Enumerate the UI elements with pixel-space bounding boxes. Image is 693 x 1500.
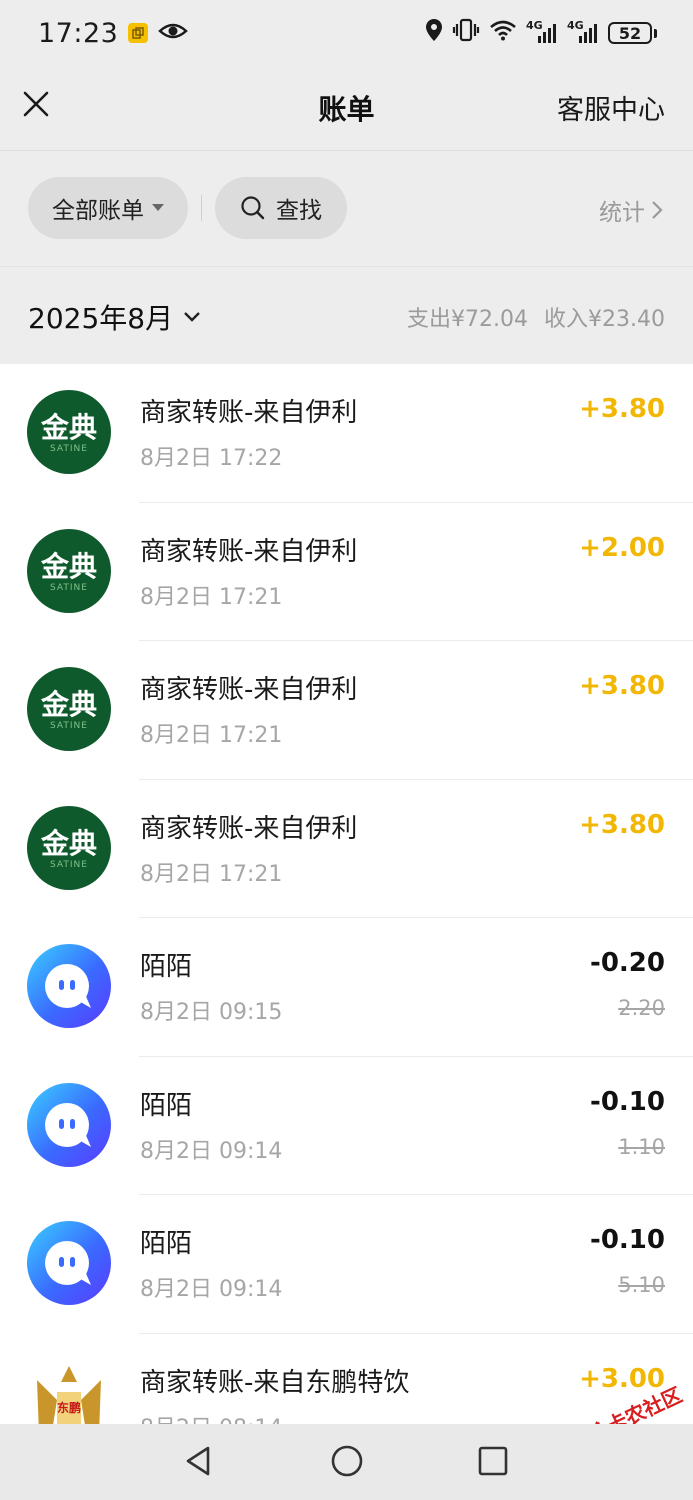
momo-logo-icon <box>27 1082 111 1167</box>
transaction-row[interactable]: 金典 SATINE 商家转账-来自伊利 8月2日 17:21 +2.00 <box>0 503 693 641</box>
home-button[interactable] <box>330 1444 364 1478</box>
close-button[interactable] <box>20 88 52 120</box>
status-time: 17:23 <box>38 17 119 49</box>
momo-logo-icon <box>27 944 111 1028</box>
dongpeng-logo-text: 东鹏 <box>57 1400 81 1415</box>
home-circle-icon <box>331 1445 363 1477</box>
transaction-list: 金典 SATINE 商家转账-来自伊利 8月2日 17:22 +3.80 金典 SA… <box>0 364 693 1424</box>
stats-label: 统计 <box>599 200 645 226</box>
recents-square-icon <box>478 1446 508 1476</box>
filter-bar: 全部账单 查找 统计 <box>0 150 693 266</box>
wifi-icon <box>489 18 517 48</box>
app-notification-icon <box>128 23 149 43</box>
status-bar: 17:23 4G 4G 52 <box>0 0 693 66</box>
satine-logo-text: 金典 <box>40 688 97 721</box>
satine-logo-subtext: SATINE <box>50 582 88 593</box>
transaction-merchant: 商家转账-来自东鹏特饮 <box>140 1367 410 1398</box>
transaction-row[interactable]: 东鹏 商家转账-来自东鹏特饮8月2日 08:14+3.00 <box>0 1334 693 1425</box>
customer-service-link[interactable]: 客服中心 <box>557 88 665 127</box>
transaction-amount: +3.80 <box>579 809 665 840</box>
location-icon <box>425 18 443 49</box>
satine-logo-icon: 金典 SATINE <box>27 528 111 613</box>
search-icon <box>241 196 265 220</box>
transaction-amount: +3.80 <box>579 394 665 424</box>
transaction-merchant: 商家转账-来自伊利 <box>140 398 358 428</box>
signal-icon-1: 4G <box>526 19 558 45</box>
transaction-row[interactable]: 金典 SATINE 商家转账-来自伊利 8月2日 17:21 +3.80 <box>0 780 693 918</box>
satine-logo-icon: 金典 SATINE <box>27 805 111 890</box>
back-triangle-icon <box>186 1446 210 1476</box>
transaction-original-amount: 1.10 <box>618 1134 665 1159</box>
transaction-merchant: 陌陌 <box>140 1090 193 1121</box>
transaction-merchant: 商家转账-来自伊利 <box>140 813 358 844</box>
system-navigation-bar <box>0 1424 693 1500</box>
transaction-original-amount: 2.20 <box>618 996 665 1020</box>
battery-icon: 52 <box>608 22 657 44</box>
expense-total: 支出¥72.04 <box>407 307 529 332</box>
eye-icon <box>158 18 189 48</box>
transaction-time: 8月2日 09:14 <box>140 1138 283 1164</box>
satine-logo-subtext: SATINE <box>50 721 88 731</box>
chevron-down-icon <box>184 312 200 322</box>
satine-logo-subtext: SATINE <box>50 859 88 870</box>
satine-logo-icon: 金典 SATINE <box>27 390 111 474</box>
transaction-time: 8月2日 09:14 <box>140 1277 283 1302</box>
transaction-original-amount: 5.10 <box>618 1273 665 1297</box>
search-label: 查找 <box>276 198 322 224</box>
transaction-time: 8月2日 17:21 <box>140 861 283 887</box>
dongpeng-logo-icon: 东鹏 <box>27 1360 111 1424</box>
transaction-merchant: 商家转账-来自伊利 <box>140 675 358 705</box>
income-total: 收入¥23.40 <box>544 307 665 332</box>
transaction-time: 8月2日 09:15 <box>140 1000 283 1025</box>
transaction-time: 8月2日 17:21 <box>140 723 283 748</box>
vibrate-icon <box>452 18 480 49</box>
satine-logo-text: 金典 <box>40 549 97 583</box>
back-button[interactable] <box>182 1444 216 1478</box>
recents-button[interactable] <box>476 1444 510 1478</box>
transaction-time: 8月2日 08:14 <box>140 1410 282 1425</box>
caret-down-icon <box>152 204 164 211</box>
month-header: 2025年8月 支出¥72.04 收入¥23.40 <box>0 266 693 364</box>
satine-logo-text: 金典 <box>40 826 97 860</box>
satine-logo-subtext: SATINE <box>50 444 88 454</box>
transaction-amount: -0.10 <box>590 1086 665 1117</box>
transaction-merchant: 陌陌 <box>140 952 193 982</box>
month-selector[interactable]: 2025年8月 <box>28 297 201 337</box>
close-icon <box>23 91 49 117</box>
search-button[interactable]: 查找 <box>215 177 347 239</box>
signal-icon-2: 4G <box>567 19 599 45</box>
transaction-time: 8月2日 17:22 <box>140 446 283 471</box>
month-summary: 支出¥72.04 收入¥23.40 <box>407 301 665 333</box>
satine-logo-icon: 金典 SATINE <box>27 667 111 751</box>
all-bills-dropdown[interactable]: 全部账单 <box>28 177 188 239</box>
momo-logo-icon <box>27 1221 111 1305</box>
chevron-right-icon <box>652 201 663 219</box>
all-bills-label: 全部账单 <box>52 198 144 224</box>
transaction-merchant: 陌陌 <box>140 1229 193 1259</box>
battery-level: 52 <box>608 22 652 44</box>
transaction-merchant: 商家转账-来自伊利 <box>140 536 358 567</box>
transaction-row[interactable]: 金典 SATINE 商家转账-来自伊利 8月2日 17:21 +3.80 <box>0 641 693 780</box>
transaction-amount: +3.80 <box>579 671 665 701</box>
stats-link[interactable]: 统计 <box>599 193 663 227</box>
transaction-row[interactable]: 陌陌 8月2日 09:14 -0.10 1.10 <box>0 1057 693 1195</box>
transaction-amount: +2.00 <box>579 532 665 563</box>
transaction-row[interactable]: 金典 SATINE 商家转账-来自伊利 8月2日 17:22 +3.80 <box>0 364 693 503</box>
transaction-time: 8月2日 17:21 <box>140 584 283 610</box>
transaction-amount: -0.10 <box>590 1225 665 1255</box>
divider <box>201 195 202 221</box>
nav-bar: 账单 客服中心 <box>0 66 693 150</box>
month-label: 2025年8月 <box>28 302 174 335</box>
transaction-amount: -0.20 <box>590 948 665 978</box>
transaction-row[interactable]: 陌陌 8月2日 09:14 -0.10 5.10 <box>0 1195 693 1334</box>
transaction-row[interactable]: 陌陌 8月2日 09:15 -0.20 2.20 <box>0 918 693 1057</box>
satine-logo-text: 金典 <box>40 411 97 444</box>
